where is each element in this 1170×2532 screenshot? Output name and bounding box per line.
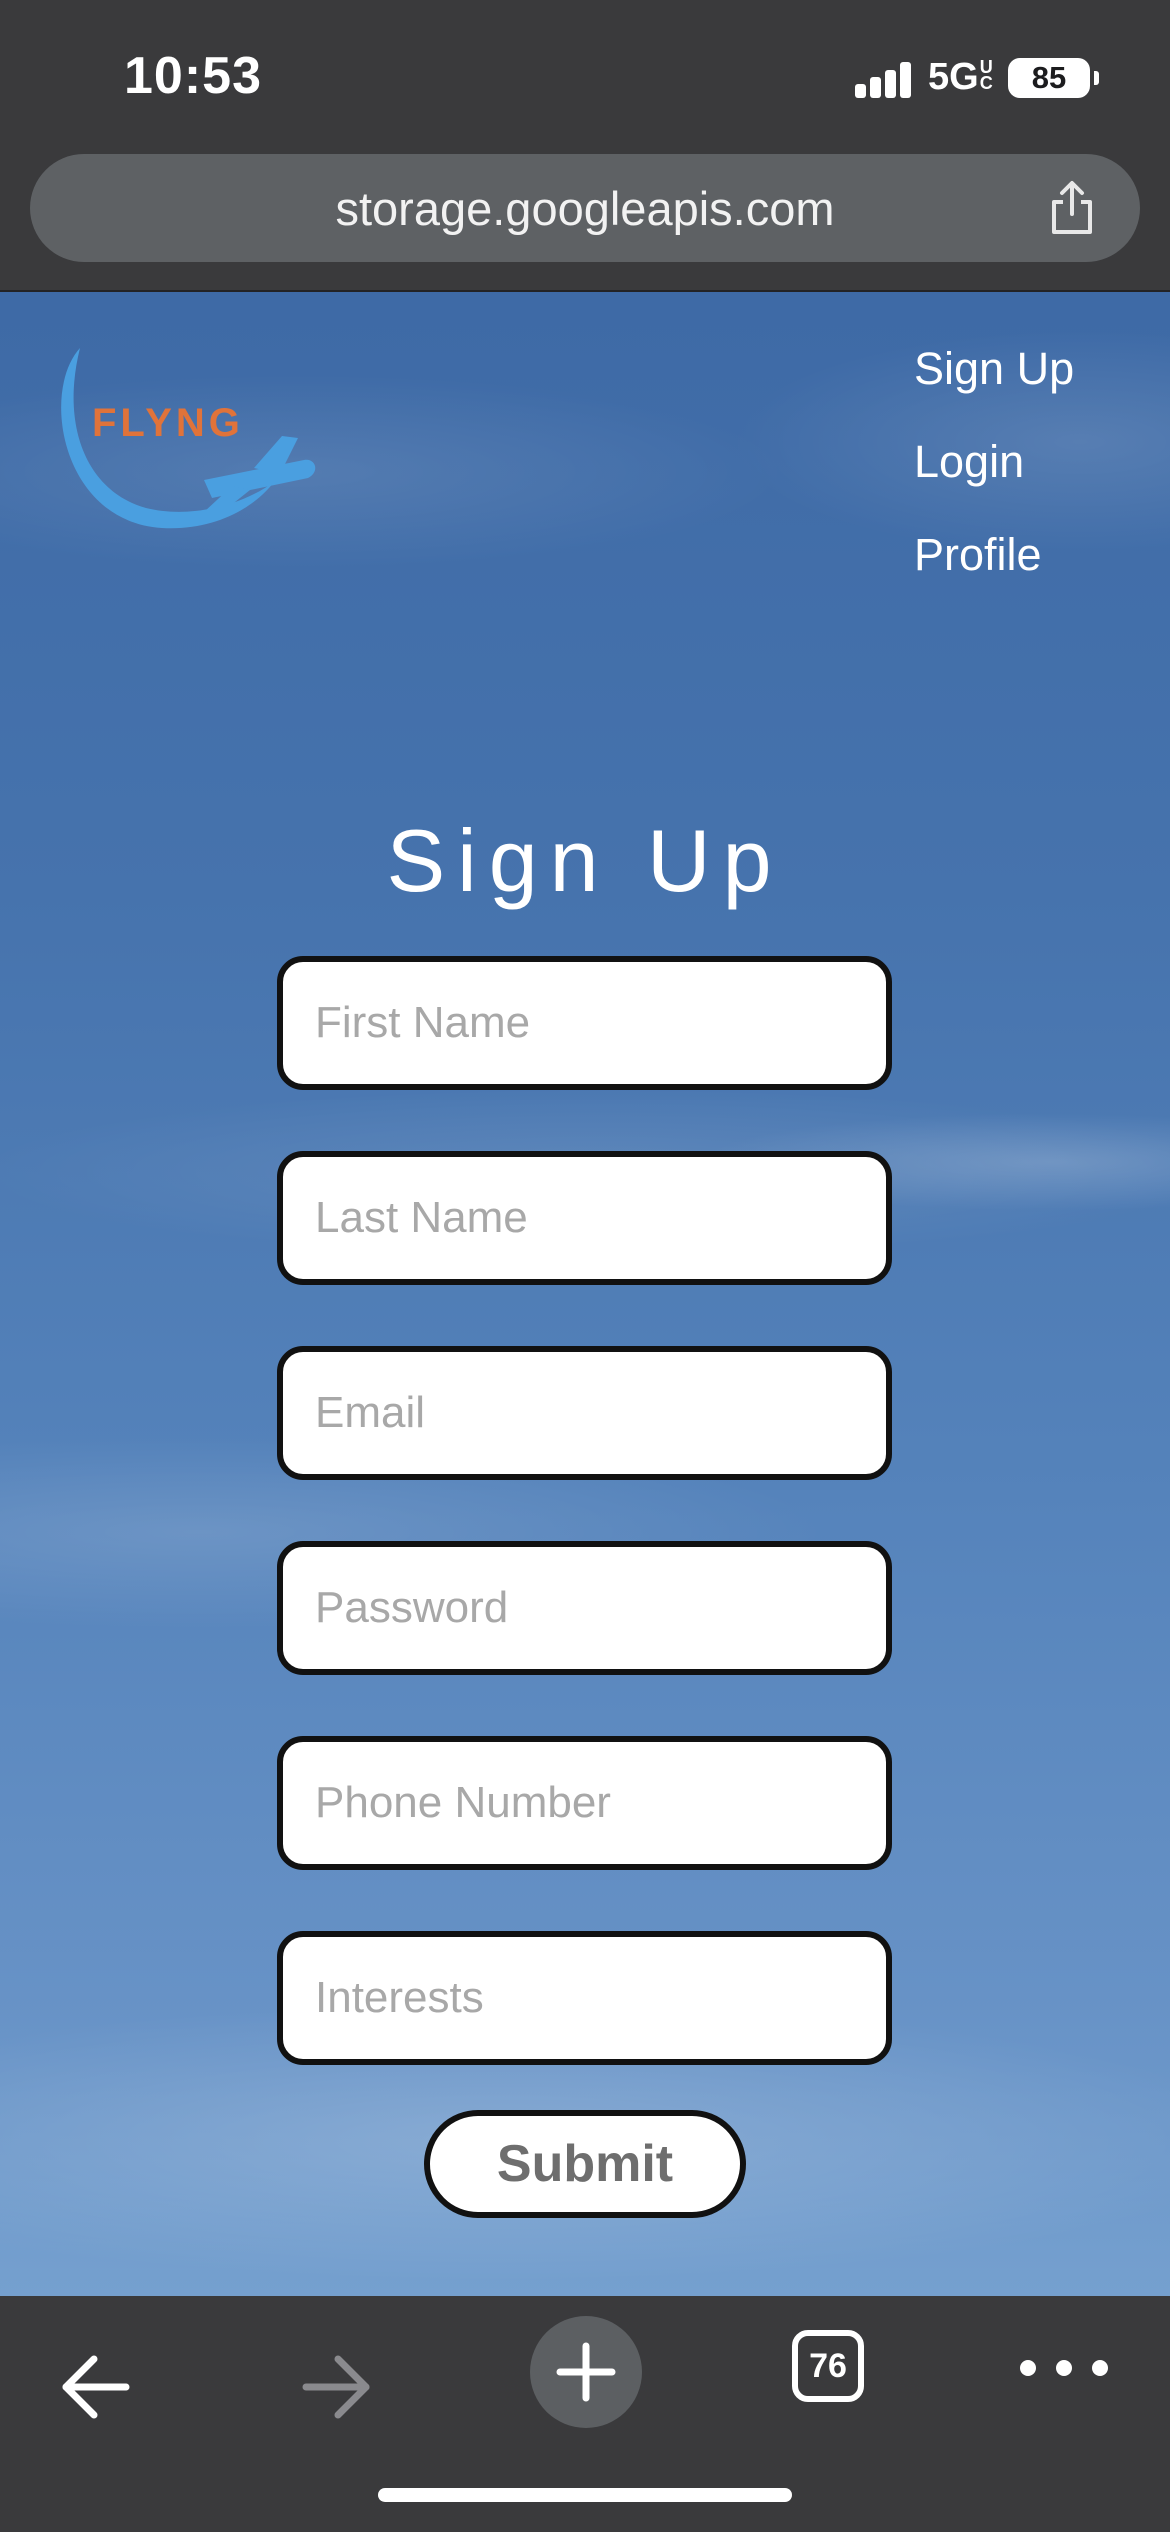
share-icon[interactable] bbox=[1042, 178, 1102, 238]
network-label: 5GUC bbox=[928, 56, 998, 99]
nav-link-sign-up[interactable]: Sign Up bbox=[914, 322, 1074, 415]
battery-level: 85 bbox=[1031, 60, 1067, 95]
interests-field[interactable] bbox=[277, 1931, 892, 2065]
password-field[interactable] bbox=[277, 1541, 892, 1675]
more-dots-icon[interactable] bbox=[1012, 2348, 1132, 2388]
top-nav: Sign Up Login Profile bbox=[914, 322, 1074, 601]
new-tab-button[interactable] bbox=[530, 2316, 642, 2428]
phone-number-field[interactable] bbox=[277, 1736, 892, 1870]
last-name-field[interactable] bbox=[277, 1151, 892, 1285]
address-bar[interactable]: storage.googleapis.com bbox=[30, 154, 1140, 262]
flyng-logo[interactable]: FLYNG bbox=[54, 332, 324, 562]
battery-icon: 85 bbox=[1008, 58, 1099, 98]
plus-icon bbox=[556, 2342, 616, 2402]
nav-link-profile[interactable]: Profile bbox=[914, 508, 1074, 601]
home-indicator bbox=[378, 2488, 792, 2502]
page-title: Sign Up bbox=[386, 811, 784, 910]
signal-bars-icon bbox=[855, 62, 913, 98]
web-page: FLYNG Sign Up Login Profile Sign Up Subm… bbox=[0, 292, 1170, 2296]
url-text[interactable]: storage.googleapis.com bbox=[30, 181, 1140, 236]
status-time: 10:53 bbox=[124, 47, 262, 105]
address-bar-area: storage.googleapis.com bbox=[0, 150, 1170, 292]
email-field[interactable] bbox=[277, 1346, 892, 1480]
back-arrow-icon[interactable] bbox=[26, 2332, 166, 2442]
forward-arrow-icon[interactable] bbox=[270, 2332, 410, 2442]
logo-text: FLYNG bbox=[92, 401, 244, 445]
nav-link-login[interactable]: Login bbox=[914, 415, 1074, 508]
first-name-field[interactable] bbox=[277, 956, 892, 1090]
submit-button[interactable]: Submit bbox=[424, 2110, 746, 2218]
tabs-button[interactable]: 76 bbox=[792, 2330, 864, 2402]
tab-count: 76 bbox=[809, 2347, 847, 2385]
network-badge: UC bbox=[979, 57, 993, 93]
status-bar: 10:53 5GUC 85 bbox=[0, 0, 1170, 150]
